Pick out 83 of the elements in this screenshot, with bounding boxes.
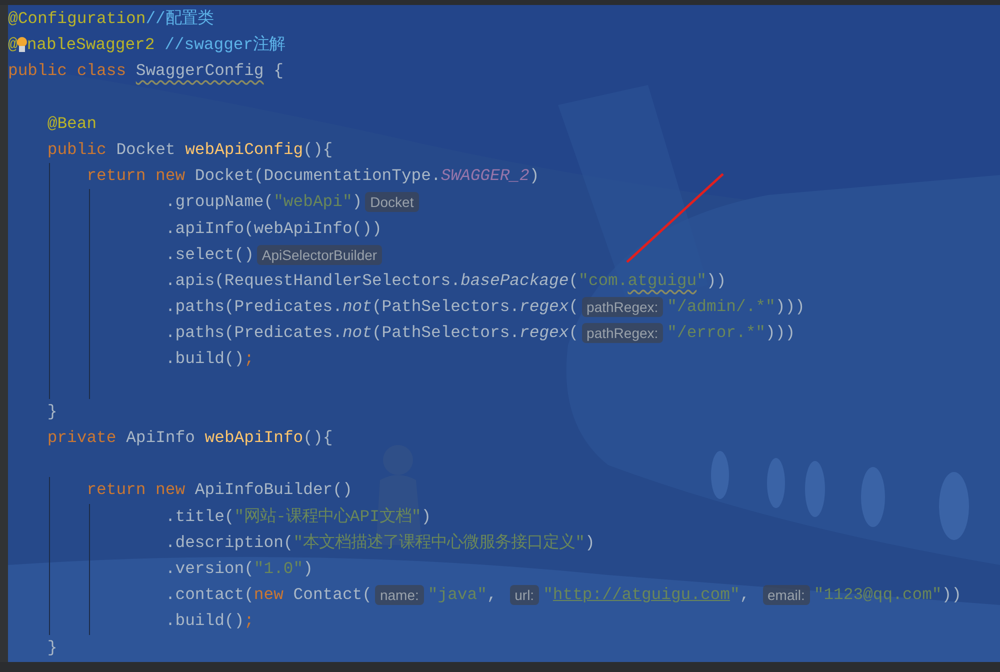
code-text: .title( bbox=[165, 506, 234, 528]
code-text: Docket(DocumentationType. bbox=[194, 165, 441, 188]
code-text: .paths(Predicates. bbox=[165, 296, 342, 318]
code-text: ))) bbox=[766, 322, 796, 344]
code-text: " bbox=[696, 270, 706, 292]
code-text: ApiInfo bbox=[126, 427, 196, 449]
code-text: @ bbox=[8, 34, 18, 56]
code-text: "1.0" bbox=[254, 558, 304, 580]
code-text: .groupName( bbox=[165, 191, 274, 214]
code-text: , bbox=[486, 584, 498, 606]
code-text: not bbox=[342, 322, 372, 344]
code-text: nableSwagger2 bbox=[26, 34, 156, 56]
code-text: @Configuration bbox=[8, 8, 146, 30]
code-text: return new bbox=[86, 479, 186, 502]
code-text: ( bbox=[568, 322, 579, 344]
code-text: .version( bbox=[165, 558, 254, 580]
code-text: .apiInfo(webApiInfo()) bbox=[165, 218, 382, 240]
code-text: "/error.*" bbox=[667, 322, 766, 344]
code-text: @Bean bbox=[47, 112, 97, 135]
code-text: )) bbox=[706, 270, 726, 292]
code-text: SWAGGER_2 bbox=[440, 165, 530, 188]
code-text: return new bbox=[86, 165, 186, 188]
code-text: )) bbox=[942, 584, 962, 606]
code-text: SwaggerConfig bbox=[136, 60, 264, 82]
code-text: .paths(Predicates. bbox=[165, 322, 342, 344]
code-text: regex bbox=[520, 322, 569, 344]
code-text: ( bbox=[568, 296, 579, 318]
code-text: webApiInfo bbox=[204, 427, 304, 449]
code-text: webApiConfig bbox=[185, 138, 304, 161]
code-text: basePackage bbox=[460, 270, 569, 292]
code-text: " bbox=[730, 584, 740, 606]
code-text: new bbox=[254, 584, 284, 606]
code-text: ; bbox=[244, 348, 254, 370]
code-text: ( bbox=[568, 270, 579, 292]
code-text: ApiInfoBuilder() bbox=[194, 479, 352, 502]
parameter-hint: pathRegex: bbox=[582, 323, 664, 344]
lightbulb-icon[interactable] bbox=[16, 37, 27, 54]
code-text: "网站-课程中心API文档" bbox=[234, 506, 422, 528]
code-text: ) bbox=[352, 191, 362, 214]
code-text: //swagger注解 bbox=[164, 34, 286, 56]
code-text: ; bbox=[244, 610, 254, 632]
code-text: .build() bbox=[165, 348, 244, 370]
code-text: (PathSelectors. bbox=[372, 322, 520, 344]
code-text: { bbox=[274, 60, 284, 82]
code-text: atguigu bbox=[628, 270, 697, 292]
code-text: regex bbox=[520, 296, 569, 318]
code-text: .apis(RequestHandlerSelectors. bbox=[165, 270, 460, 292]
code-text: public bbox=[47, 138, 108, 161]
code-text: ) bbox=[303, 558, 313, 580]
code-text: .description( bbox=[165, 532, 294, 554]
code-text: , bbox=[740, 584, 751, 606]
code-text: "/admin/.*" bbox=[667, 296, 776, 318]
code-text: "1123@qq.com" bbox=[814, 584, 942, 606]
code-text: Contact( bbox=[293, 584, 372, 606]
code-text: ) bbox=[584, 532, 595, 554]
code-text: (){ bbox=[303, 138, 333, 161]
code-text: } bbox=[47, 636, 58, 658]
code-text: ))) bbox=[775, 296, 805, 318]
code-text: public class bbox=[8, 60, 128, 82]
parameter-hint: Docket bbox=[365, 192, 419, 212]
code-text: http://atguigu.com bbox=[552, 584, 730, 606]
code-text: .contact( bbox=[165, 584, 254, 606]
parameter-hint: ApiSelectorBuilder bbox=[256, 244, 382, 265]
code-text: private bbox=[47, 427, 118, 449]
code-text: .build() bbox=[165, 610, 244, 632]
parameter-hint: url: bbox=[510, 585, 540, 606]
code-text: not bbox=[342, 296, 372, 318]
code-text: "com. bbox=[578, 270, 628, 292]
parameter-hint: name: bbox=[374, 585, 424, 606]
code-text: (PathSelectors. bbox=[372, 296, 520, 318]
code-text: Docket bbox=[116, 138, 176, 161]
code-text: "本文档描述了课程中心微服务接口定义" bbox=[293, 532, 585, 554]
code-text: " bbox=[543, 584, 553, 606]
parameter-hint: pathRegex: bbox=[582, 297, 664, 318]
code-text: .select() bbox=[165, 244, 254, 266]
code-text: "webApi" bbox=[274, 191, 352, 214]
code-text: } bbox=[47, 400, 58, 423]
code-text: //配置类 bbox=[146, 8, 214, 30]
parameter-hint: email: bbox=[762, 585, 810, 606]
code-text: ) bbox=[421, 506, 432, 528]
code-text: ) bbox=[529, 165, 540, 188]
code-text: "java" bbox=[428, 584, 487, 606]
code-text: (){ bbox=[303, 427, 333, 449]
